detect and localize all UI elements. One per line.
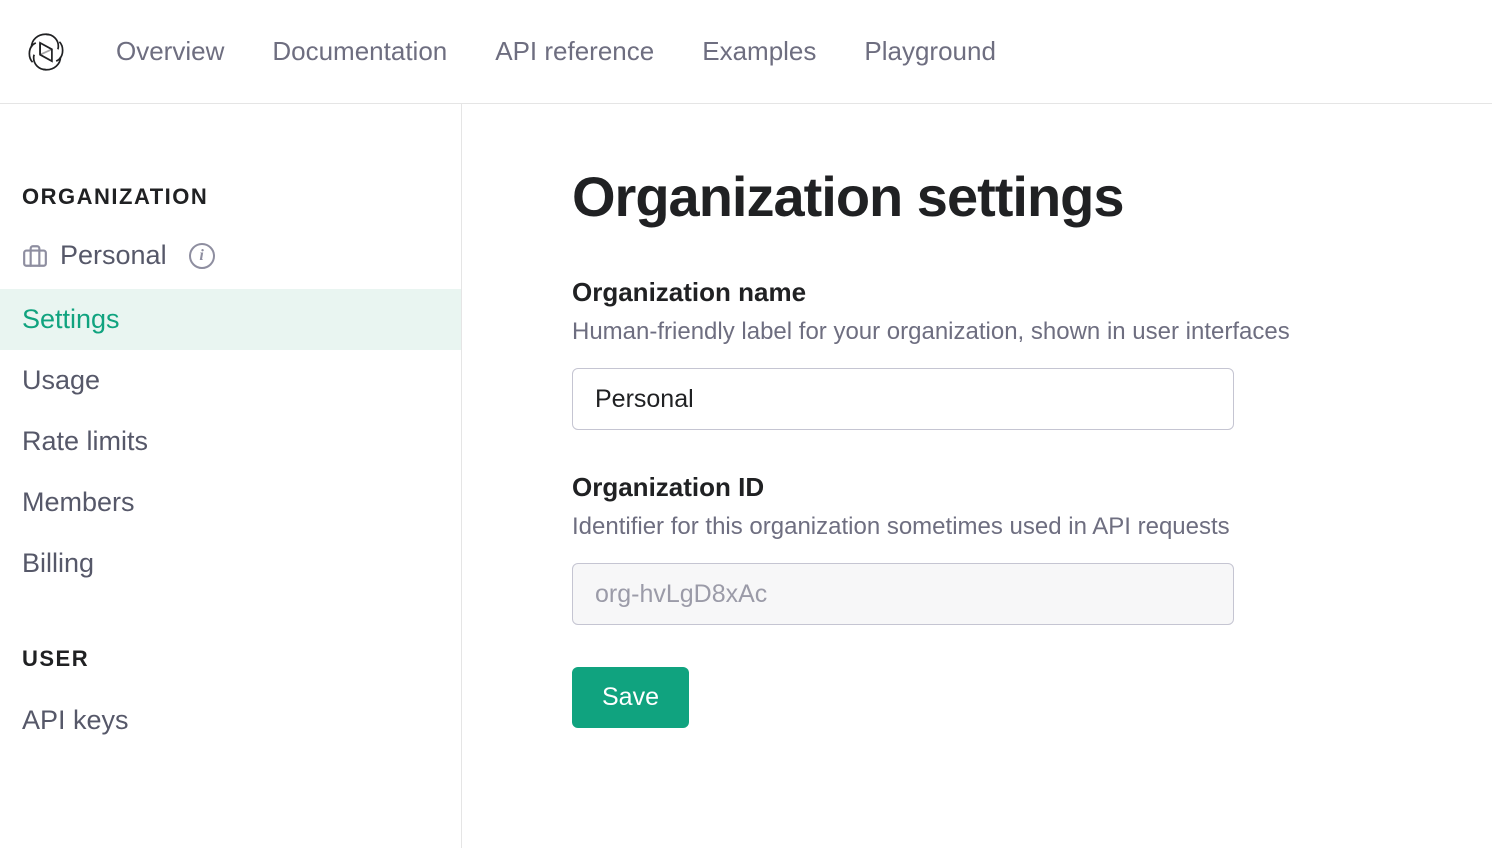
sidebar-org-name: Personal bbox=[60, 240, 167, 271]
org-id-label: Organization ID bbox=[572, 472, 1492, 503]
nav-overview[interactable]: Overview bbox=[116, 36, 224, 67]
org-id-desc: Identifier for this organization sometim… bbox=[572, 513, 1492, 541]
main-panel: Organization settings Organization name … bbox=[462, 104, 1492, 848]
org-id-input[interactable] bbox=[572, 563, 1234, 625]
sidebar-item-rate-limits[interactable]: Rate limits bbox=[0, 411, 461, 472]
sidebar-item-members[interactable]: Members bbox=[0, 472, 461, 533]
nav-api-reference[interactable]: API reference bbox=[495, 36, 654, 67]
topbar: Overview Documentation API reference Exa… bbox=[0, 0, 1492, 104]
sidebar-item-settings[interactable]: Settings bbox=[0, 289, 461, 350]
org-name-label: Organization name bbox=[572, 277, 1492, 308]
nav-examples[interactable]: Examples bbox=[702, 36, 816, 67]
openai-logo-icon[interactable] bbox=[24, 30, 68, 74]
top-nav: Overview Documentation API reference Exa… bbox=[116, 36, 996, 67]
save-button[interactable]: Save bbox=[572, 667, 689, 728]
org-name-input[interactable] bbox=[572, 368, 1234, 430]
nav-playground[interactable]: Playground bbox=[864, 36, 996, 67]
sidebar-item-billing[interactable]: Billing bbox=[0, 533, 461, 594]
content: ORGANIZATION Personal i Settings Usage R… bbox=[0, 104, 1492, 848]
sidebar: ORGANIZATION Personal i Settings Usage R… bbox=[0, 104, 462, 848]
org-name-desc: Human-friendly label for your organizati… bbox=[572, 318, 1492, 346]
info-icon[interactable]: i bbox=[189, 243, 215, 269]
organization-icon bbox=[22, 243, 48, 269]
sidebar-section-user: USER bbox=[0, 646, 461, 690]
page-title: Organization settings bbox=[572, 164, 1492, 229]
sidebar-org-selector[interactable]: Personal i bbox=[0, 228, 461, 289]
sidebar-item-usage[interactable]: Usage bbox=[0, 350, 461, 411]
nav-documentation[interactable]: Documentation bbox=[272, 36, 447, 67]
sidebar-section-organization: ORGANIZATION bbox=[0, 184, 461, 228]
sidebar-item-api-keys[interactable]: API keys bbox=[0, 690, 461, 751]
